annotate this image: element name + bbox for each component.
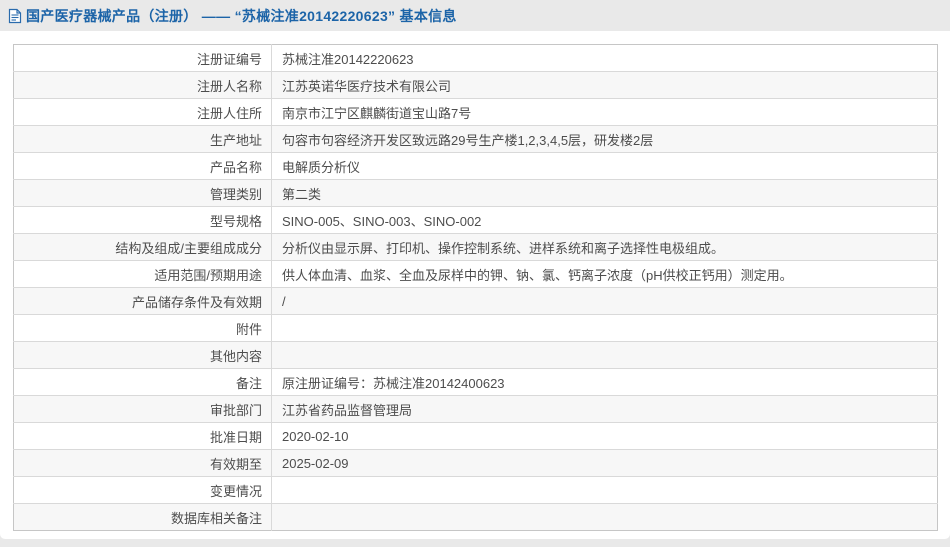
row-label: 产品储存条件及有效期 <box>13 287 272 315</box>
row-value: 2025-02-09 <box>271 449 938 477</box>
table-row: 批准日期 2020-02-10 <box>13 422 938 450</box>
document-icon <box>8 8 22 24</box>
table-row: 注册人名称 江苏英诺华医疗技术有限公司 <box>13 71 938 99</box>
row-value: 南京市江宁区麒麟街道宝山路7号 <box>271 98 938 126</box>
row-value <box>271 476 938 504</box>
registration-table-body: 注册证编号 苏械注准20142220623 注册人名称 江苏英诺华医疗技术有限公司 注册… <box>13 44 938 531</box>
row-label: 批准日期 <box>13 422 272 450</box>
row-value: 供人体血清、血浆、全血及尿样中的钾、钠、氯、钙离子浓度（pH供校正钙用）测定用。 <box>271 260 938 288</box>
row-value: 原注册证编号：苏械注准20142400623 <box>271 368 938 396</box>
row-value <box>271 503 938 531</box>
row-label: 变更情况 <box>13 476 272 504</box>
row-value: SINO-005、SINO-003、SINO-002 <box>271 206 938 234</box>
row-label: 数据库相关备注 <box>13 503 272 531</box>
table-row: 注册人住所 南京市江宁区麒麟街道宝山路7号 <box>13 98 938 126</box>
row-value: 第二类 <box>271 179 938 207</box>
row-value: 句容市句容经济开发区致远路29号生产楼1,2,3,4,5层，研发楼2层 <box>271 125 938 153</box>
table-row: 有效期至 2025-02-09 <box>13 449 938 477</box>
table-row: 型号规格 SINO-005、SINO-003、SINO-002 <box>13 206 938 234</box>
table-row: 生产地址 句容市句容经济开发区致远路29号生产楼1,2,3,4,5层，研发楼2层 <box>13 125 938 153</box>
table-row: 审批部门 江苏省药品监督管理局 <box>13 395 938 423</box>
row-label: 型号规格 <box>13 206 272 234</box>
row-value: 2020-02-10 <box>271 422 938 450</box>
row-value: 江苏省药品监督管理局 <box>271 395 938 423</box>
table-row: 结构及组成/主要组成成分 分析仪由显示屏、打印机、操作控制系统、进样系统和离子选择… <box>13 233 938 261</box>
row-label: 有效期至 <box>13 449 272 477</box>
table-row: 数据库相关备注 <box>13 503 938 531</box>
row-label: 其他内容 <box>13 341 272 369</box>
row-label: 备注 <box>13 368 272 396</box>
table-row: 产品名称 电解质分析仪 <box>13 152 938 180</box>
row-label: 管理类别 <box>13 179 272 207</box>
row-value <box>271 341 938 369</box>
row-label: 结构及组成/主要组成成分 <box>13 233 272 261</box>
table-row: 产品储存条件及有效期 / <box>13 287 938 315</box>
table-row: 注册证编号 苏械注准20142220623 <box>13 44 938 72</box>
table-row: 管理类别 第二类 <box>13 179 938 207</box>
table-row: 适用范围/预期用途 供人体血清、血浆、全血及尿样中的钾、钠、氯、钙离子浓度（pH供… <box>13 260 938 288</box>
table-row: 变更情况 <box>13 476 938 504</box>
row-label: 生产地址 <box>13 125 272 153</box>
row-value: 电解质分析仪 <box>271 152 938 180</box>
row-label: 注册证编号 <box>13 44 272 72</box>
registration-info-page: 国产医疗器械产品（注册） —— “苏械注准20142220623” 基本信息 注… <box>0 0 950 547</box>
row-value: 苏械注准20142220623 <box>282 51 414 67</box>
row-label: 产品名称 <box>13 152 272 180</box>
page-header: 国产医疗器械产品（注册） —— “苏械注准20142220623” 基本信息 <box>0 0 950 31</box>
row-label: 注册人名称 <box>13 71 272 99</box>
table-row: 备注 原注册证编号：苏械注准20142400623 <box>13 368 938 396</box>
registration-table: 注册证编号 苏械注准20142220623 注册人名称 江苏英诺华医疗技术有限公司 注册… <box>13 44 938 531</box>
row-label: 注册人住所 <box>13 98 272 126</box>
row-value: 分析仪由显示屏、打印机、操作控制系统、进样系统和离子选择性电极组成。 <box>271 233 938 261</box>
row-value: / <box>271 287 938 315</box>
row-label: 附件 <box>13 314 272 342</box>
page-title: 国产医疗器械产品（注册） —— “苏械注准20142220623” 基本信息 <box>26 7 457 24</box>
row-label: 适用范围/预期用途 <box>13 260 272 288</box>
table-row: 附件 <box>13 314 938 342</box>
row-value: 江苏英诺华医疗技术有限公司 <box>271 71 938 99</box>
content-card: 注册证编号 苏械注准20142220623 注册人名称 江苏英诺华医疗技术有限公司 注册… <box>0 31 950 539</box>
row-value <box>271 314 938 342</box>
row-label: 审批部门 <box>13 395 272 423</box>
table-row: 其他内容 <box>13 341 938 369</box>
